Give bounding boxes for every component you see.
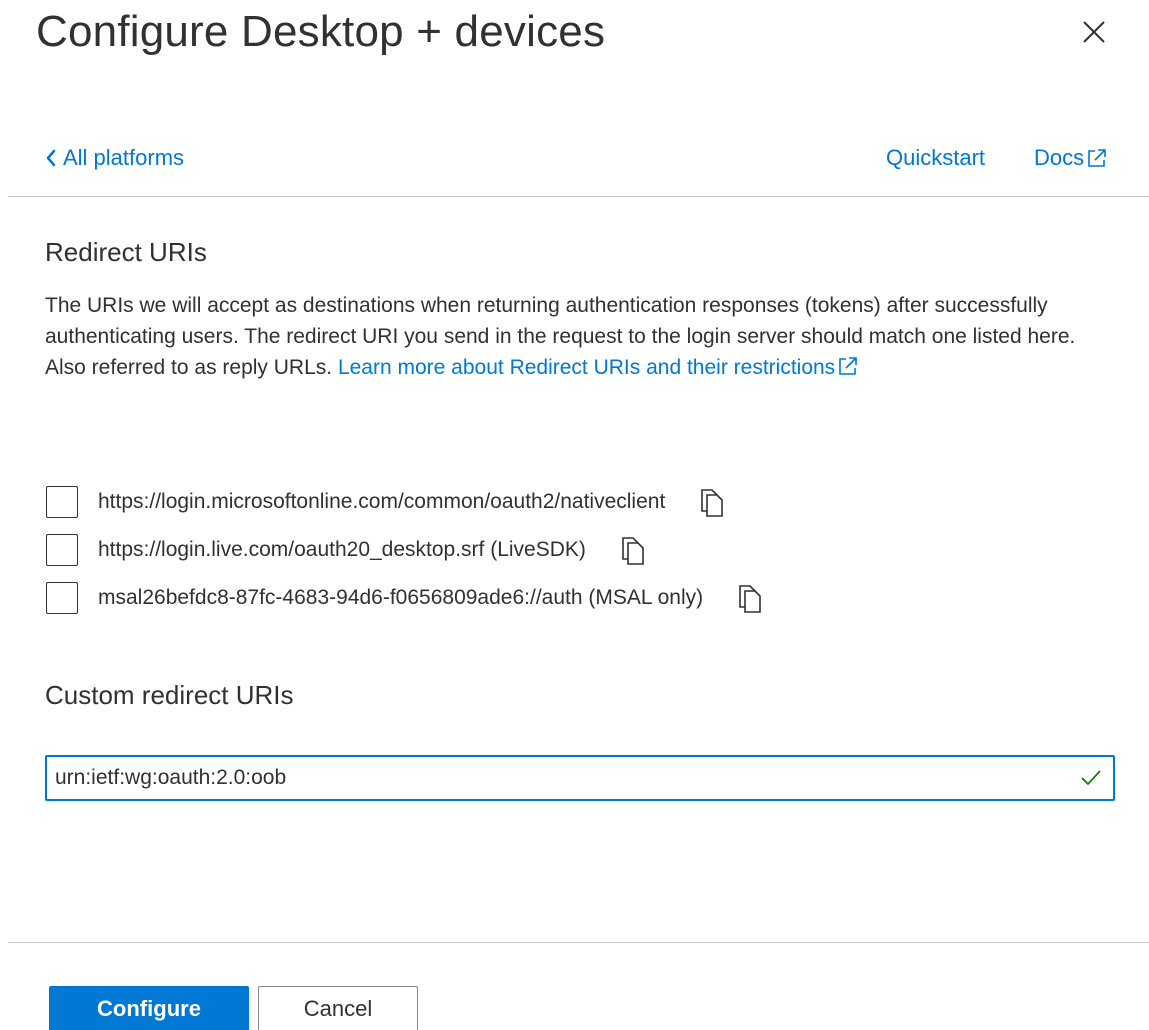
learn-more-label: Learn more about Redirect URIs and their… (337, 356, 836, 379)
uri-label: msal26befdc8-87fc-4683-94d6-f0656809ade6… (98, 586, 704, 609)
uri-label: https://login.live.com/oauth20_desktop.s… (98, 538, 586, 561)
copy-icon[interactable] (735, 582, 765, 614)
uri-checkbox[interactable] (46, 534, 78, 566)
panel-title: Configure Desktop + devices (36, 7, 606, 56)
uri-option-msal: msal26befdc8-87fc-4683-94d6-f0656809ade6… (46, 580, 765, 616)
docs-label: Docs (1034, 145, 1085, 170)
external-link-icon (1088, 149, 1106, 167)
copy-icon[interactable] (618, 534, 648, 566)
all-platforms-label: All platforms (63, 145, 185, 170)
custom-redirect-uri-input[interactable] (45, 755, 1115, 801)
external-link-icon (839, 357, 857, 375)
uri-option-livesdk: https://login.live.com/oauth20_desktop.s… (46, 532, 648, 568)
uri-label: https://login.microsoftonline.com/common… (98, 490, 666, 513)
redirect-description: The URIs we will accept as destinations … (45, 290, 1105, 383)
close-button[interactable] (1078, 16, 1110, 48)
all-platforms-link[interactable]: All platforms (45, 145, 184, 171)
checkmark-icon (1081, 770, 1101, 786)
redirect-uris-heading: Redirect URIs (45, 237, 207, 267)
quickstart-link[interactable]: Quickstart (886, 145, 985, 171)
cancel-button[interactable]: Cancel (258, 986, 418, 1030)
uri-checkbox[interactable] (46, 486, 78, 518)
top-divider (8, 196, 1149, 197)
uri-option-nativeclient: https://login.microsoftonline.com/common… (46, 484, 727, 520)
close-icon (1083, 21, 1105, 43)
uri-checkbox[interactable] (46, 582, 78, 614)
copy-icon[interactable] (697, 486, 727, 518)
configure-panel: Configure Desktop + devices All platform… (0, 0, 1149, 1030)
learn-more-link[interactable]: Learn more about Redirect URIs and their… (338, 356, 859, 379)
custom-redirect-uris-heading: Custom redirect URIs (45, 680, 294, 710)
footer-divider (8, 942, 1149, 943)
docs-link[interactable]: Docs (1034, 145, 1108, 171)
chevron-left-icon (46, 149, 56, 167)
configure-button[interactable]: Configure (49, 986, 249, 1030)
nav-row: All platforms Quickstart Docs (0, 140, 1149, 180)
